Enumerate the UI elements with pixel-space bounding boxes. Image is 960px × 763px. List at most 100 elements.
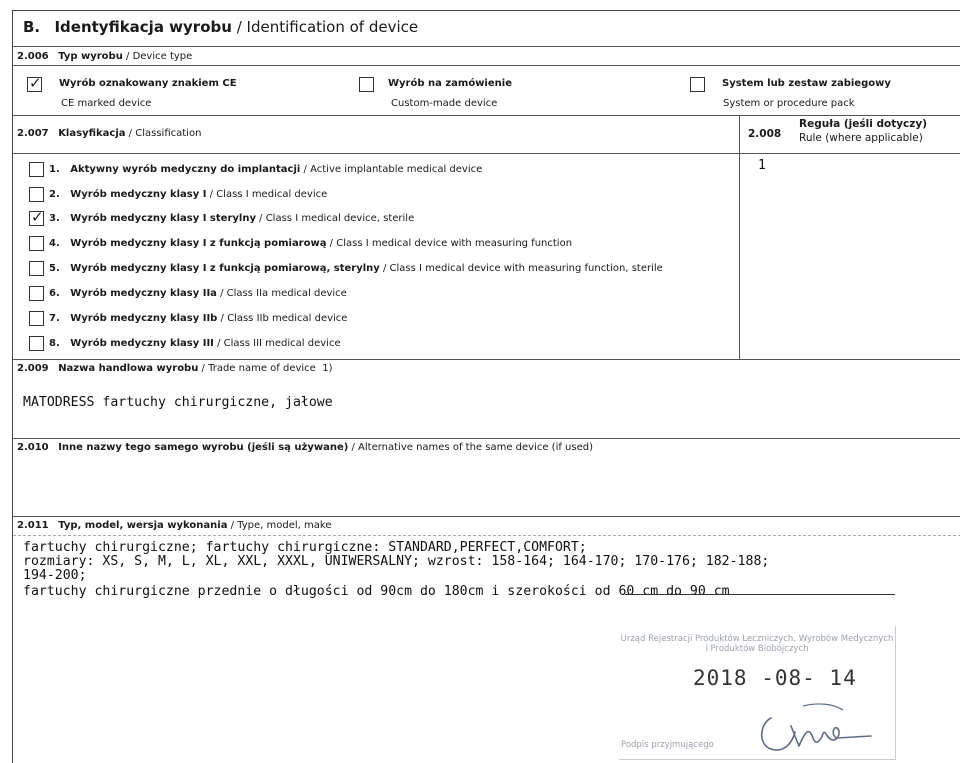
class-4-label: 4. Wyrób medyczny klasy I z funkcją pomi… bbox=[49, 238, 573, 249]
section-title: B. Identyfikacja wyrobu / Identification… bbox=[23, 18, 418, 36]
checkbox-class-7[interactable] bbox=[29, 311, 44, 326]
alt-names-label: 2.010 Inne nazwy tego samego wyrobu (jeś… bbox=[17, 442, 594, 453]
class-5-label: 5. Wyrób medyczny klasy I z funkcją pomi… bbox=[49, 263, 663, 274]
trade-name-label-en: Trade name of device bbox=[208, 363, 316, 374]
checkbox-custom-made[interactable] bbox=[359, 77, 374, 92]
make-line-1: fartuchy chirurgiczne; fartuchy chirurgi… bbox=[23, 540, 587, 555]
divider bbox=[13, 115, 960, 116]
make-label: 2.011 Typ, model, wersja wykonania / Typ… bbox=[17, 520, 332, 531]
class-num: 6. bbox=[49, 288, 60, 299]
class-pl: Wyrób medyczny klasy I bbox=[70, 189, 207, 200]
registration-stamp: Urząd Rejestracji Produktów Leczniczych,… bbox=[619, 626, 896, 760]
checkbox-class-8[interactable] bbox=[29, 336, 44, 351]
class-en: Class IIb medical device bbox=[227, 313, 348, 324]
class-pl: Wyrób medyczny klasy I z funkcją pomiaro… bbox=[70, 263, 380, 274]
class-num: 2. bbox=[49, 189, 60, 200]
checkbox-class-2[interactable] bbox=[29, 187, 44, 202]
rule-label-en: Rule (where applicable) bbox=[799, 132, 923, 144]
class-pl: Wyrób medyczny klasy I z funkcją pomiaro… bbox=[70, 238, 327, 249]
class-6-label: 6. Wyrób medyczny klasy IIa / Class IIa … bbox=[49, 288, 347, 299]
option-ce-marked-pl: Wyrób oznakowany znakiem CE bbox=[59, 78, 237, 89]
trade-name-label-pl: Nazwa handlowa wyrobu bbox=[58, 363, 199, 374]
checkbox-class-3[interactable]: ✓ bbox=[29, 208, 44, 226]
class-num: 7. bbox=[49, 313, 60, 324]
alt-names-label-pl: Inne nazwy tego samego wyrobu (jeśli są … bbox=[58, 442, 349, 453]
divider bbox=[13, 153, 960, 154]
option-label: System lub zestaw zabiegowy bbox=[722, 78, 891, 89]
checkbox-procedure-pack[interactable] bbox=[690, 77, 705, 92]
checkbox-class-5[interactable] bbox=[29, 261, 44, 276]
class-pl: Wyrób medyczny klasy III bbox=[70, 338, 214, 349]
divider bbox=[13, 46, 960, 47]
class-en: Class I medical device bbox=[216, 189, 328, 200]
section-title-sep: / bbox=[231, 18, 247, 36]
class-en: Class I medical device with measuring fu… bbox=[389, 263, 663, 274]
section-letter: B. bbox=[23, 18, 41, 36]
make-label-pl: Typ, model, wersja wykonania bbox=[58, 520, 228, 531]
rule-label-pl: Reguła (jeśli dotyczy) bbox=[799, 118, 927, 130]
make-line-4: fartuchy chirurgiczne przednie o długośc… bbox=[23, 584, 730, 599]
classification-label-en: Classification bbox=[135, 128, 202, 139]
checkbox-ce-marked[interactable]: ✓ bbox=[27, 74, 42, 92]
alt-names-label-en: Alternative names of the same device (if… bbox=[358, 442, 594, 453]
class-num: 5. bbox=[49, 263, 60, 274]
option-label: Wyrób na zamówienie bbox=[388, 78, 512, 89]
rule-label-pl-text: Reguła (jeśli dotyczy) bbox=[799, 118, 928, 130]
class-en: Class I medical device with measuring fu… bbox=[336, 238, 573, 249]
check-icon: ✓ bbox=[29, 74, 42, 92]
classification-label-pl: Klasyfikacja bbox=[58, 128, 126, 139]
option-procedure-pack-en: System or procedure pack bbox=[723, 98, 855, 109]
make-line-2: rozmiary: XS, S, M, L, XL, XXL, XXXL, UN… bbox=[23, 554, 770, 569]
option-label: Wyrób oznakowany znakiem CE bbox=[59, 78, 237, 89]
option-ce-marked-en: CE marked device bbox=[61, 98, 152, 109]
checkbox-class-1[interactable] bbox=[29, 162, 44, 177]
classification-label: 2.007 Klasyfikacja / Classification bbox=[17, 128, 202, 139]
class-2-label: 2. Wyrób medyczny klasy I / Class I medi… bbox=[49, 189, 328, 200]
device-type-label: 2.006 Typ wyrobu / Device type bbox=[17, 51, 193, 62]
make-label-en: Type, model, make bbox=[237, 520, 332, 531]
strike-line bbox=[625, 594, 895, 595]
option-custom-made-pl: Wyrób na zamówienie bbox=[388, 78, 512, 89]
class-pl: Aktywny wyrób medyczny do implantacji bbox=[70, 164, 301, 175]
stamp-footer: Podpis przyjmującego bbox=[621, 740, 714, 750]
class-en: Class III medical device bbox=[223, 338, 341, 349]
make-line-3: 194-200; bbox=[23, 568, 87, 583]
device-type-label-en: Device type bbox=[132, 51, 193, 62]
divider bbox=[13, 65, 960, 66]
stamp-date: 2018 -08- 14 bbox=[693, 666, 857, 690]
class-num: 1. bbox=[49, 164, 60, 175]
class-pl: Wyrób medyczny klasy IIb bbox=[70, 313, 218, 324]
divider bbox=[13, 535, 960, 536]
trade-name-footnote: 1) bbox=[322, 363, 333, 374]
device-type-label-pl: Typ wyrobu bbox=[58, 51, 123, 62]
class-en: Class IIa medical device bbox=[226, 288, 347, 299]
rule-value: 1 bbox=[758, 158, 766, 173]
classification-code: 2.007 bbox=[17, 128, 49, 139]
trade-name-value: MATODRESS fartuchy chirurgiczne, jałowe bbox=[23, 395, 333, 410]
make-code: 2.011 bbox=[17, 520, 49, 531]
option-custom-made-en: Custom-made device bbox=[391, 98, 498, 109]
class-pl: Wyrób medyczny klasy IIa bbox=[70, 288, 217, 299]
section-title-en: Identification of device bbox=[246, 18, 419, 36]
class-3-label: 3. Wyrób medyczny klasy I sterylny / Cla… bbox=[49, 213, 415, 224]
trade-name-code: 2.009 bbox=[17, 363, 49, 374]
option-procedure-pack-pl: System lub zestaw zabiegowy bbox=[722, 78, 891, 89]
checkbox-class-6[interactable] bbox=[29, 286, 44, 301]
stamp-header: Urząd Rejestracji Produktów Leczniczych,… bbox=[620, 634, 894, 654]
checkbox-class-4[interactable] bbox=[29, 236, 44, 251]
class-8-label: 8. Wyrób medyczny klasy III / Class III … bbox=[49, 338, 341, 349]
class-7-label: 7. Wyrób medyczny klasy IIb / Class IIb … bbox=[49, 313, 348, 324]
class-en: Class I medical device, sterile bbox=[265, 213, 415, 224]
divider bbox=[13, 516, 960, 517]
section-b-form: B. Identyfikacja wyrobu / Identification… bbox=[12, 10, 960, 763]
alt-names-code: 2.010 bbox=[17, 442, 49, 453]
trade-name-label: 2.009 Nazwa handlowa wyrobu / Trade name… bbox=[17, 363, 333, 374]
class-num: 4. bbox=[49, 238, 60, 249]
check-icon: ✓ bbox=[31, 208, 44, 226]
signature-icon bbox=[760, 703, 872, 751]
rule-code: 2.008 bbox=[748, 128, 782, 140]
divider bbox=[13, 438, 960, 439]
class-num: 8. bbox=[49, 338, 60, 349]
divider bbox=[13, 359, 960, 360]
column-divider bbox=[739, 115, 740, 359]
